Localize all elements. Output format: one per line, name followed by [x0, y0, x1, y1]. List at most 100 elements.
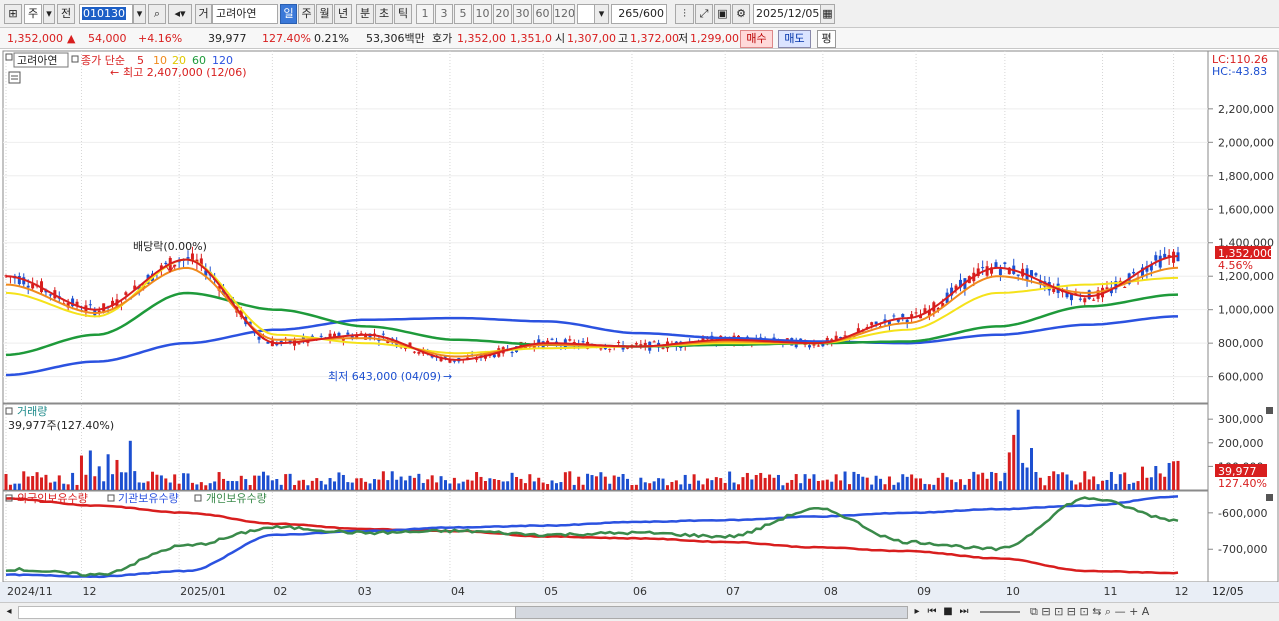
window-menu-icon[interactable]: ⊞	[4, 4, 22, 24]
volume-info: 39,977주(127.40%)	[8, 419, 114, 432]
chart-canvas[interactable]: 2,200,0002,000,0001,800,0001,600,0001,40…	[0, 50, 1279, 602]
volume-bar	[1158, 473, 1162, 490]
chart-tools-icons[interactable]: ⧉ ⊟ ⊡ ⊟ ⊡ ⇆ ⌕ — + A	[1030, 604, 1255, 620]
volume-bar	[679, 484, 683, 490]
interval-20-button[interactable]: 20	[493, 4, 512, 24]
volume-bar	[155, 474, 159, 490]
count-field[interactable]: 265/600	[611, 4, 667, 24]
volume-bar	[333, 481, 337, 490]
volume-bar	[102, 481, 106, 490]
candle-type-icon[interactable]: ⫶	[675, 4, 694, 24]
volume-bar	[568, 471, 572, 490]
interval-10-button[interactable]: 10	[473, 4, 492, 24]
period-day-tab[interactable]: 일	[280, 4, 297, 24]
candle-body	[661, 347, 665, 349]
scroll-thumb[interactable]	[515, 606, 908, 619]
volume-bar	[901, 474, 905, 490]
candle-body	[257, 336, 261, 340]
scroll-right-icon[interactable]: ▸	[910, 604, 924, 620]
volume-bar	[346, 482, 350, 490]
stop-icon[interactable]: ■	[941, 604, 955, 620]
volume-bar	[958, 479, 962, 490]
average-button[interactable]: 평	[817, 30, 836, 48]
interval-1-button[interactable]: 1	[416, 4, 434, 24]
period-month-tab[interactable]: 월	[316, 4, 333, 24]
volume-bar	[559, 482, 563, 490]
interval-120-button[interactable]: 120	[553, 4, 575, 24]
period-year-tab[interactable]: 년	[334, 4, 352, 24]
x-axis-right-label: 12/05	[1212, 585, 1244, 598]
settings-gear-icon[interactable]: ⚙	[732, 4, 750, 24]
stock-code-input[interactable]: 010130	[79, 4, 133, 24]
count-value: 265	[618, 7, 640, 20]
volume-bar	[976, 474, 980, 490]
stock-name-field[interactable]: 고려아연	[212, 4, 278, 24]
candle-body	[124, 292, 128, 295]
period-minute-tab[interactable]: 분	[356, 4, 374, 24]
market-type-select[interactable]: 주	[24, 4, 42, 24]
individual-holdings-legend: 개인보유수량	[206, 492, 267, 505]
period-tick-tab[interactable]: 틱	[394, 4, 412, 24]
volume-bar	[697, 480, 701, 490]
interval-3-button[interactable]: 3	[435, 4, 453, 24]
volume-bar	[985, 478, 989, 490]
volume-bar	[701, 484, 705, 490]
institution-holdings-legend: 기관보유수량	[118, 492, 179, 505]
volume-bar	[643, 482, 647, 490]
candle-body	[981, 267, 985, 269]
calendar-icon[interactable]: ▦	[820, 4, 835, 24]
zoom-icon[interactable]: ⤢	[695, 4, 713, 24]
volume-bar	[972, 471, 976, 490]
volume-bar	[1083, 471, 1087, 490]
zoom-slider-icon[interactable]	[980, 611, 1020, 613]
max-arrow-icon: ←	[110, 66, 119, 79]
candle-body	[492, 354, 496, 358]
volume-bar	[1069, 480, 1073, 490]
volume-bar	[470, 480, 474, 490]
volume-bar	[1176, 460, 1180, 490]
volume-bar	[137, 482, 141, 490]
prev-button[interactable]: 전	[57, 4, 75, 24]
save-icon[interactable]: ▣	[714, 4, 731, 24]
volume-bar	[546, 484, 550, 490]
volume-bar	[954, 482, 958, 490]
holdings-panel-close-icon[interactable]	[1266, 494, 1273, 501]
stock-code-dropdown-icon[interactable]: ▾	[133, 4, 146, 24]
sell-button[interactable]: 매도	[778, 30, 811, 48]
period-week-tab[interactable]: 주	[298, 4, 315, 24]
volume-bar	[1021, 462, 1025, 490]
exchange-label: 거	[195, 4, 212, 24]
volume-bar	[395, 479, 399, 490]
calculator-icon[interactable]	[8, 71, 21, 84]
volume-bar	[324, 484, 328, 490]
candle-body	[48, 294, 52, 296]
volume-bar	[581, 484, 585, 490]
volume-panel-close-icon[interactable]	[1266, 407, 1273, 414]
volume-bar	[40, 477, 44, 490]
scroll-left-icon[interactable]: ◂	[2, 605, 16, 619]
speaker-icon[interactable]: ◂▾	[168, 4, 192, 24]
interval-30-button[interactable]: 30	[513, 4, 532, 24]
market-type-dropdown-icon[interactable]: ▾	[43, 4, 55, 24]
interval-5-button[interactable]: 5	[454, 4, 472, 24]
volume-tick-label: 300,000	[1218, 413, 1264, 426]
volume-bar	[399, 476, 403, 490]
volume-bar	[1052, 471, 1056, 490]
x-axis-label: 07	[726, 585, 740, 598]
jump-end-icon[interactable]: ⏭	[957, 604, 971, 620]
price-tick-label: 1,600,000	[1218, 203, 1274, 216]
buy-button[interactable]: 매수	[740, 30, 773, 48]
price-tick-label: 1,200,000	[1218, 270, 1274, 283]
volume-bar	[803, 474, 807, 490]
volume-bar	[1030, 448, 1033, 490]
custom-interval-dropdown-icon[interactable]: ▾	[594, 4, 609, 24]
period-second-tab[interactable]: 초	[375, 4, 393, 24]
volume-bar	[1043, 485, 1047, 490]
volume-bar	[847, 484, 851, 490]
jump-start-icon[interactable]: ⏮	[925, 604, 939, 620]
volume-bar	[1167, 462, 1171, 490]
volume-bar	[168, 482, 172, 490]
search-icon[interactable]: ⌕	[148, 4, 166, 24]
interval-60-button[interactable]: 60	[533, 4, 552, 24]
volume-bar	[648, 483, 652, 490]
